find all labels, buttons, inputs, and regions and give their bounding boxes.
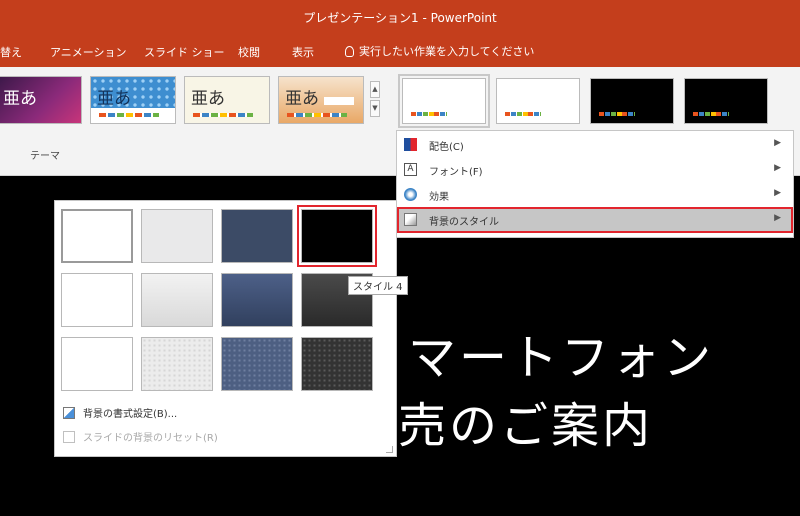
theme-thumbnail-cream[interactable]: 亜あ [184,76,270,124]
format-background-action[interactable]: 背景の書式設定(B)... [63,405,177,420]
menu-item-fonts[interactable]: A フォント(F) ▶ [397,158,793,182]
theme-color-dots [287,113,347,117]
variant-thumbnail-white-selected[interactable] [398,74,490,128]
theme-glyph: 亜あ [285,89,319,109]
reset-background-icon [63,431,75,443]
variant-thumbnail-black[interactable] [590,78,674,124]
theme-thumbnail-blue-pattern[interactable]: 亜あ [90,76,176,124]
theme-thumbnail-purple[interactable]: 亜あ [0,76,82,124]
menu-item-label: 効果 [429,192,449,203]
theme-thumbnail-orange[interactable]: 亜あ [278,76,364,124]
slide-title-line2: 売のご案内 [398,398,654,454]
background-style-icon [404,213,417,226]
background-style-swatch[interactable] [141,337,213,391]
background-styles-gallery: 背景の書式設定(B)... スライドの背景のリセット(R) [54,200,397,457]
theme-glyph: 亜あ [3,89,37,109]
theme-color-dots [193,113,253,117]
themes-group-label: テーマ [30,151,60,162]
chevron-right-icon: ▶ [774,163,781,173]
menu-item-effects[interactable]: 効果 ▶ [397,183,793,207]
effects-icon [404,188,417,201]
background-style-swatch[interactable] [221,337,293,391]
tab-animations[interactable]: アニメーション [50,44,127,60]
reset-background-label: スライドの背景のリセット(R) [83,433,218,444]
menu-item-label: 背景のスタイル [429,217,499,228]
theme-glyph: 亜あ [191,89,225,109]
tell-me-placeholder: 実行したい作業を入力してください [359,45,535,58]
menu-item-label: 配色(C) [429,142,464,153]
reset-slide-background-action: スライドの背景のリセット(R) [63,429,218,444]
background-style-swatch[interactable] [61,337,133,391]
menu-item-background-styles[interactable]: 背景のスタイル ▶ [397,207,793,233]
tab-slide-show[interactable]: スライド ショー [144,44,225,60]
scroll-up-button[interactable]: ▲ [370,81,380,98]
lightbulb-icon [345,46,354,57]
menu-item-label: フォント(F) [429,167,483,178]
background-style-swatch[interactable] [61,209,133,263]
variant-thumbnail-white[interactable] [496,78,580,124]
background-style-swatch[interactable] [61,273,133,327]
background-style-swatch[interactable] [221,273,293,327]
format-background-label: 背景の書式設定(B)... [83,409,178,420]
scroll-down-button[interactable]: ▼ [370,100,380,117]
theme-color-dots [99,113,159,117]
style-tooltip: スタイル 4 [348,276,408,295]
slide-title-line1: マートフォン [408,330,715,386]
window-title: プレゼンテーション1 - PowerPoint [303,11,497,25]
tell-me-box[interactable]: 実行したい作業を入力してください [345,43,534,59]
color-scheme-icon [404,138,417,151]
variants-dropdown-menu: 配色(C) ▶ A フォント(F) ▶ 効果 ▶ 背景のスタイル ▶ [396,130,794,238]
theme-glyph: 亜あ [97,89,131,109]
ribbon-tabs: 替え アニメーション スライド ショー 校閲 表示 実行したい作業を入力してくだ… [0,35,800,67]
background-style-swatch[interactable] [221,209,293,263]
tab-view[interactable]: 表示 [292,44,314,60]
tab-transitions[interactable]: 替え [0,44,22,60]
variant-thumbnail-black[interactable] [684,78,768,124]
format-background-icon [63,407,75,419]
theme-gallery-scroll: ▲ ▼ [370,81,380,131]
chevron-right-icon: ▶ [774,213,781,223]
font-icon: A [404,163,417,176]
background-style-swatch[interactable] [141,273,213,327]
menu-item-colors[interactable]: 配色(C) ▶ [397,133,793,157]
background-style-swatch[interactable] [301,337,373,391]
title-bar: プレゼンテーション1 - PowerPoint [0,0,800,35]
resize-grip[interactable] [386,446,393,453]
chevron-right-icon: ▶ [774,188,781,198]
tab-review[interactable]: 校閲 [238,44,260,60]
background-style-swatch[interactable] [141,209,213,263]
chevron-right-icon: ▶ [774,138,781,148]
background-style-swatch-selected[interactable] [297,205,377,267]
